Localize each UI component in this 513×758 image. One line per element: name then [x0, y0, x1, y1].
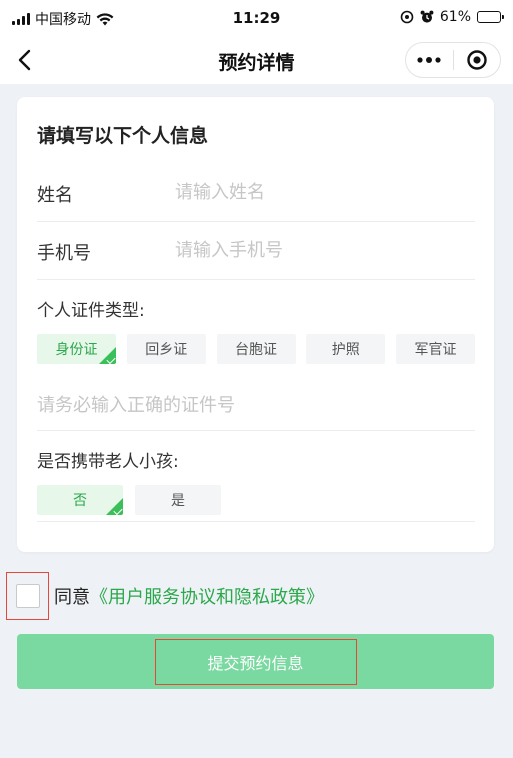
id-number-input[interactable]	[37, 389, 467, 421]
wifi-icon	[96, 12, 114, 25]
companion-label: 是否携带老人小孩:	[37, 452, 179, 472]
orientation-lock-icon	[400, 10, 414, 24]
agreement-row: 同意 《用户服务协议和隐私政策》	[6, 572, 324, 620]
carrier-name: 中国移动	[35, 12, 91, 28]
more-dots-icon	[417, 57, 441, 63]
companion-option-yes[interactable]: 是	[135, 485, 221, 515]
phone-label: 手机号	[37, 243, 91, 264]
companion-option-label: 是	[171, 493, 185, 509]
signal-icon	[12, 13, 30, 25]
id-type-option-passport[interactable]: 护照	[306, 334, 386, 364]
battery-icon	[477, 11, 504, 23]
id-type-option-label: 回乡证	[145, 342, 188, 358]
id-type-option-officer-card[interactable]: 军官证	[396, 334, 475, 364]
navigation-bar: 预约详情	[0, 36, 513, 84]
phone-input[interactable]	[175, 234, 465, 266]
close-program-button[interactable]	[454, 43, 501, 77]
target-circle-icon	[467, 50, 487, 70]
id-type-option-label: 护照	[331, 342, 360, 358]
name-label: 姓名	[37, 185, 73, 206]
alarm-icon	[420, 10, 434, 23]
personal-info-card: 请填写以下个人信息 姓名 手机号 个人证件类型: 身份证 回乡证 台胞证 护照 …	[17, 97, 494, 552]
agreement-link[interactable]: 《用户服务协议和隐私政策》	[90, 583, 324, 609]
check-icon	[113, 505, 123, 515]
card-divider	[37, 521, 475, 522]
id-type-option-label: 台胞证	[235, 342, 277, 358]
submit-button[interactable]: 提交预约信息	[17, 634, 494, 689]
battery-percent: 61%	[439, 9, 471, 25]
id-type-label: 个人证件类型:	[37, 301, 145, 321]
agreement-checkbox-highlight	[6, 572, 49, 620]
companion-option-label: 否	[73, 493, 87, 509]
id-type-option-label: 身份证	[55, 342, 98, 358]
agreement-prefix: 同意	[54, 587, 90, 608]
status-bar: 中国移动 11:29 61%	[0, 0, 513, 36]
check-icon	[106, 354, 116, 364]
submit-label: 提交预约信息	[154, 638, 357, 685]
status-left: 中国移动	[12, 9, 114, 29]
id-number-row	[37, 379, 475, 431]
id-type-option-id-card[interactable]: 身份证	[37, 334, 116, 364]
more-button[interactable]	[406, 43, 453, 77]
mini-program-capsule	[405, 42, 501, 78]
companion-options: 否 是	[37, 485, 221, 515]
id-type-option-home-return-permit[interactable]: 回乡证	[126, 334, 206, 364]
id-type-options: 身份证 回乡证 台胞证 护照 军官证	[37, 334, 475, 364]
name-input[interactable]	[175, 176, 465, 208]
form-title: 请填写以下个人信息	[37, 125, 209, 147]
phone-row: 手机号	[37, 222, 475, 280]
name-row: 姓名	[37, 164, 475, 222]
agreement-checkbox[interactable]	[15, 584, 40, 608]
chevron-left-icon[interactable]	[12, 46, 40, 74]
id-type-option-taiwan-compatriot-permit[interactable]: 台胞证	[216, 334, 296, 364]
companion-option-no[interactable]: 否	[37, 485, 123, 515]
status-right: 61%	[400, 9, 504, 25]
id-type-option-label: 军官证	[414, 342, 457, 358]
